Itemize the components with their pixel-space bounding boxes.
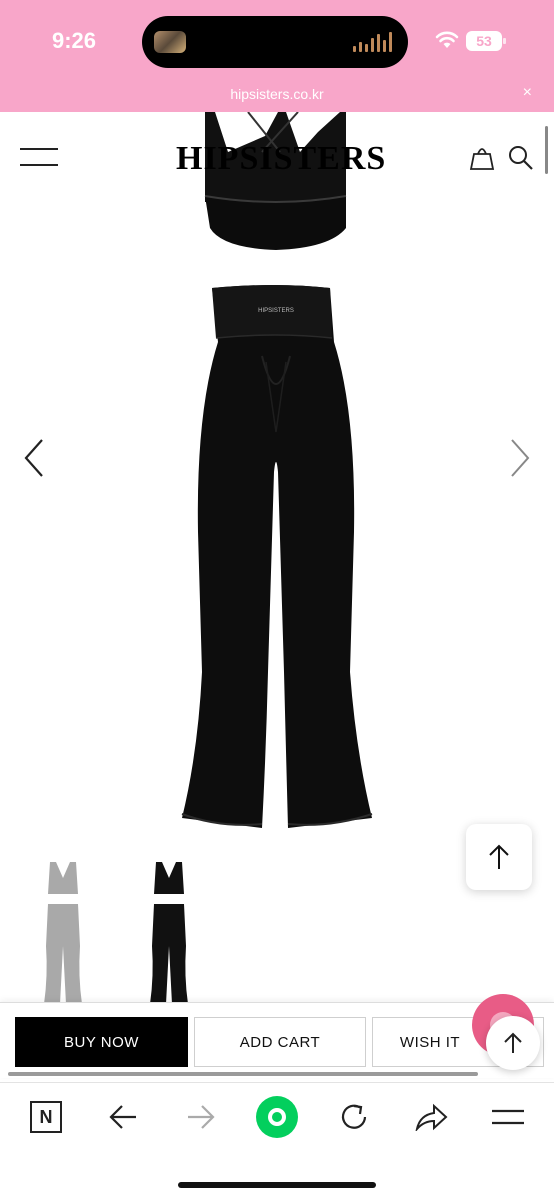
share-icon[interactable]: [414, 1103, 448, 1131]
scroll-top-fab[interactable]: [486, 1016, 540, 1070]
green-dot-icon[interactable]: [256, 1096, 298, 1138]
address-url[interactable]: hipsisters.co.kr: [0, 86, 554, 102]
arrow-up-icon: [504, 1032, 522, 1053]
n-icon[interactable]: N: [30, 1101, 62, 1133]
buy-now-button[interactable]: BUY NOW: [15, 1017, 188, 1067]
horizontal-scrollbar[interactable]: [8, 1072, 478, 1076]
home-indicator: [178, 1182, 376, 1188]
thumbnail-black-set[interactable]: [144, 856, 194, 1006]
dynamic-island: [142, 16, 408, 68]
forward-arrow-icon[interactable]: [186, 1103, 216, 1131]
scroll-top-button[interactable]: [466, 824, 532, 890]
close-icon[interactable]: ×: [523, 84, 532, 102]
shopping-bag-icon[interactable]: [468, 144, 496, 172]
chevron-left-icon[interactable]: [20, 438, 48, 478]
search-icon[interactable]: [508, 145, 534, 171]
arrow-up-icon: [489, 844, 509, 869]
now-playing-artwork: [154, 31, 186, 53]
purchase-bar: BUY NOW ADD CART WISH IT: [0, 1002, 554, 1078]
thumbnail-gray-set[interactable]: [38, 856, 88, 1006]
audio-waveform-icon: [353, 32, 392, 52]
hamburger-menu-icon[interactable]: [20, 148, 58, 168]
clock: 9:26: [52, 28, 97, 53]
battery-indicator: 53: [466, 31, 506, 51]
brand-logo[interactable]: HIPSISTERS: [176, 140, 386, 178]
back-arrow-icon[interactable]: [108, 1103, 138, 1131]
status-bar: 9:26 53 hipsisters.co.kr ×: [0, 0, 554, 112]
page-scroll-indicator: [545, 126, 548, 174]
add-cart-button[interactable]: ADD CART: [194, 1017, 366, 1067]
waistband-logo: HIPSISTERS: [258, 308, 294, 314]
reload-icon[interactable]: [338, 1101, 370, 1133]
chevron-right-icon[interactable]: [506, 438, 534, 478]
product-image[interactable]: HIPSISTERS: [0, 112, 554, 842]
wifi-icon: [435, 31, 459, 48]
menu-icon[interactable]: [492, 1109, 524, 1127]
